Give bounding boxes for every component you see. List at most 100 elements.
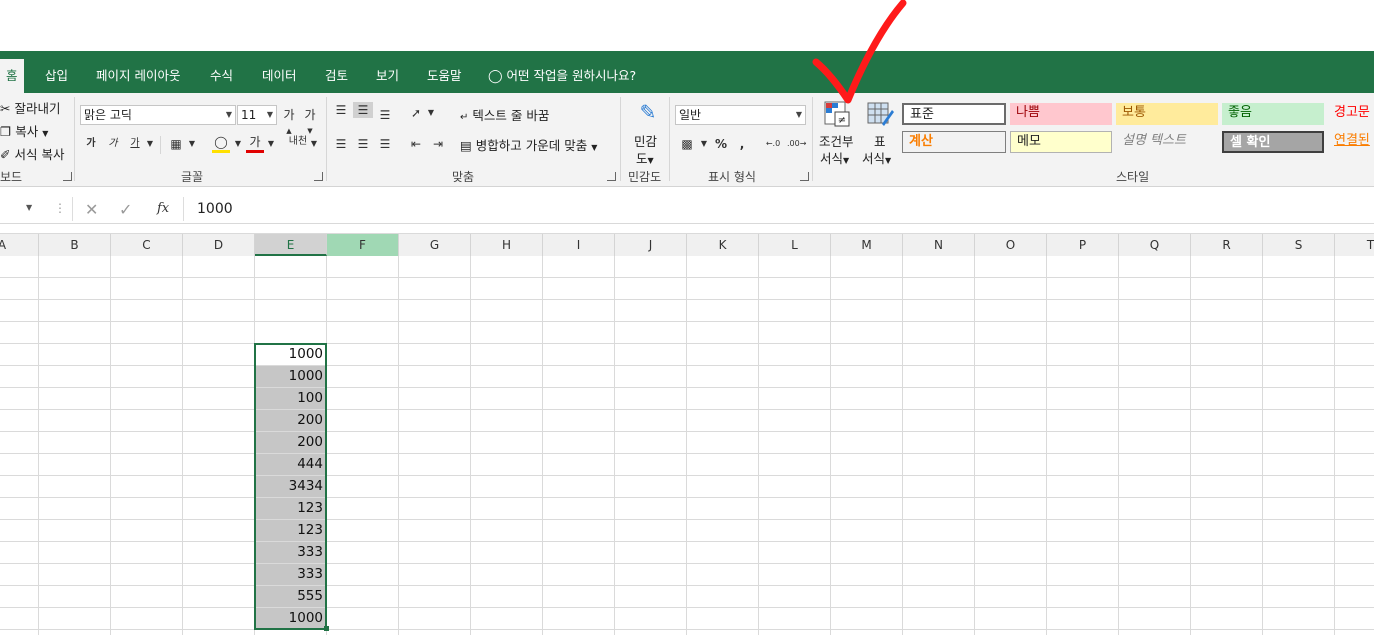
cell-E[interactable]: 555 <box>255 586 326 607</box>
cancel-icon[interactable]: ✕ <box>85 200 98 219</box>
chevron-down-icon[interactable]: ▼ <box>146 136 154 152</box>
column-header-P[interactable]: P <box>1047 234 1119 256</box>
chevron-down-icon[interactable]: ▼ <box>188 136 196 152</box>
column-header-M[interactable]: M <box>831 234 903 256</box>
chevron-down-icon[interactable]: ▼ <box>700 136 708 152</box>
format-painter-button[interactable]: ✐ 서식 복사 <box>0 144 64 163</box>
increase-decimal-icon[interactable]: ←.0 <box>764 136 782 152</box>
tab-review[interactable]: 검토 <box>325 51 348 93</box>
insert-function-icon[interactable]: fx <box>157 201 169 216</box>
decrease-indent-icon[interactable]: ⇤ <box>407 136 425 152</box>
cut-button[interactable]: ✂ 잘라내기 <box>0 98 60 117</box>
cell-E[interactable]: 123 <box>255 498 326 519</box>
enter-icon[interactable]: ✓ <box>119 200 132 219</box>
decrease-decimal-icon[interactable]: .00→ <box>787 136 806 152</box>
align-bottom-icon[interactable]: ☰ <box>377 107 393 123</box>
sensitivity-icon[interactable]: ✎ <box>636 98 660 126</box>
tab-help[interactable]: 도움말 <box>427 51 462 93</box>
column-header-C[interactable]: C <box>111 234 183 256</box>
chevron-down-icon[interactable]: ▼ <box>267 136 275 152</box>
align-left-icon[interactable]: ☰ <box>333 136 349 152</box>
style-neutral[interactable]: 보통 <box>1116 103 1218 125</box>
chevron-down-icon[interactable]: ▼ <box>427 105 435 121</box>
style-note[interactable]: 메모 <box>1010 131 1112 153</box>
bold-icon[interactable]: 가 <box>84 136 98 152</box>
number-launcher-icon[interactable] <box>800 172 809 181</box>
column-header-L[interactable]: L <box>759 234 831 256</box>
orientation-icon[interactable]: ➚ <box>408 105 424 121</box>
font-launcher-icon[interactable] <box>314 172 323 181</box>
border-icon[interactable]: ▦ <box>168 136 184 152</box>
underline-icon[interactable]: 가 <box>128 136 142 152</box>
font-size-combo[interactable]: 11 ▼ <box>237 105 277 125</box>
percent-icon[interactable]: % <box>713 136 729 152</box>
column-header-I[interactable]: I <box>543 234 615 256</box>
cell-E[interactable]: 3434 <box>255 476 326 497</box>
merge-center-button[interactable]: ▤ 병합하고 가운데 맞춤 ▼ <box>460 135 597 154</box>
style-calculation[interactable]: 계산 <box>902 131 1006 153</box>
cell-E[interactable]: 444 <box>255 454 326 475</box>
column-header-O[interactable]: O <box>975 234 1047 256</box>
style-explanatory[interactable]: 설명 텍스트 <box>1116 131 1218 153</box>
column-header-H[interactable]: H <box>471 234 543 256</box>
column-header-T[interactable]: T <box>1335 234 1374 256</box>
cell-E[interactable]: 100 <box>255 388 326 409</box>
column-header-K[interactable]: K <box>687 234 759 256</box>
tab-view[interactable]: 보기 <box>376 51 399 93</box>
style-warning[interactable]: 경고문 <box>1328 103 1374 125</box>
chevron-down-icon[interactable]: ▼ <box>310 136 318 152</box>
comma-icon[interactable]: , <box>736 136 748 152</box>
align-middle-icon[interactable]: ☰ <box>353 102 373 118</box>
align-top-icon[interactable]: ☰ <box>333 102 349 118</box>
font-color-icon[interactable]: 가 <box>246 134 264 153</box>
format-as-table-line2[interactable]: 서식▼ <box>862 148 891 167</box>
increase-indent-icon[interactable]: ⇥ <box>429 136 447 152</box>
alignment-launcher-icon[interactable] <box>607 172 616 181</box>
column-header-D[interactable]: D <box>183 234 255 256</box>
column-header-R[interactable]: R <box>1191 234 1263 256</box>
clipboard-launcher-icon[interactable] <box>63 172 72 181</box>
tab-formulas[interactable]: 수식 <box>210 51 233 93</box>
column-header-S[interactable]: S <box>1263 234 1335 256</box>
italic-icon[interactable]: 가 <box>106 136 120 152</box>
cell-E[interactable]: 1000 <box>255 344 326 365</box>
number-format-combo[interactable]: 일반 ▼ <box>675 105 806 125</box>
column-header-E[interactable]: E <box>255 234 327 256</box>
column-header-G[interactable]: G <box>399 234 471 256</box>
fill-color-icon[interactable]: ◯ <box>212 134 230 153</box>
column-header-F[interactable]: F <box>327 234 399 256</box>
cell-E[interactable]: 333 <box>255 564 326 585</box>
style-bad[interactable]: 나쁨 <box>1010 103 1112 125</box>
column-header-A[interactable]: A <box>0 234 39 256</box>
cell-E[interactable]: 200 <box>255 432 326 453</box>
wrap-text-button[interactable]: ↵ 텍스트 줄 바꿈 <box>460 105 549 124</box>
phonetic-icon[interactable]: 내천 <box>288 134 308 150</box>
tab-insert[interactable]: 삽입 <box>45 51 68 93</box>
name-box[interactable]: ▼ <box>0 197 40 221</box>
tell-me-search[interactable]: ◯ 어떤 작업을 원하시나요? <box>488 51 636 93</box>
column-header-J[interactable]: J <box>615 234 687 256</box>
tab-page-layout[interactable]: 페이지 레이아웃 <box>96 51 180 93</box>
chevron-down-icon[interactable]: ▼ <box>234 136 242 152</box>
currency-icon[interactable]: ▩ <box>678 136 696 152</box>
cell-E[interactable]: 1000 <box>255 366 326 387</box>
column-header-B[interactable]: B <box>39 234 111 256</box>
tab-home[interactable]: 홈 <box>0 59 24 93</box>
align-right-icon[interactable]: ☰ <box>377 136 393 152</box>
align-center-icon[interactable]: ☰ <box>355 136 371 152</box>
style-good[interactable]: 좋음 <box>1222 103 1324 125</box>
formula-input[interactable]: 1000 <box>197 201 233 217</box>
column-header-Q[interactable]: Q <box>1119 234 1191 256</box>
sensitivity-line2[interactable]: 도▼ <box>636 148 654 167</box>
style-check-cell[interactable]: 셀 확인 <box>1222 131 1324 153</box>
cell-E[interactable]: 333 <box>255 542 326 563</box>
fill-handle[interactable] <box>324 626 329 631</box>
worksheet-grid[interactable]: 1000 1000 100 200 200 444 3434 123 123 3… <box>0 256 1374 635</box>
column-header-N[interactable]: N <box>903 234 975 256</box>
tab-data[interactable]: 데이터 <box>262 51 297 93</box>
copy-button[interactable]: ❐ 복사 ▼ <box>0 121 48 140</box>
cell-E[interactable]: 1000 <box>255 608 326 629</box>
conditional-format-line2[interactable]: 서식▼ <box>820 148 849 167</box>
font-name-combo[interactable]: 맑은 고딕 ▼ <box>80 105 236 125</box>
style-linked-cell[interactable]: 연결된 <box>1328 131 1374 153</box>
